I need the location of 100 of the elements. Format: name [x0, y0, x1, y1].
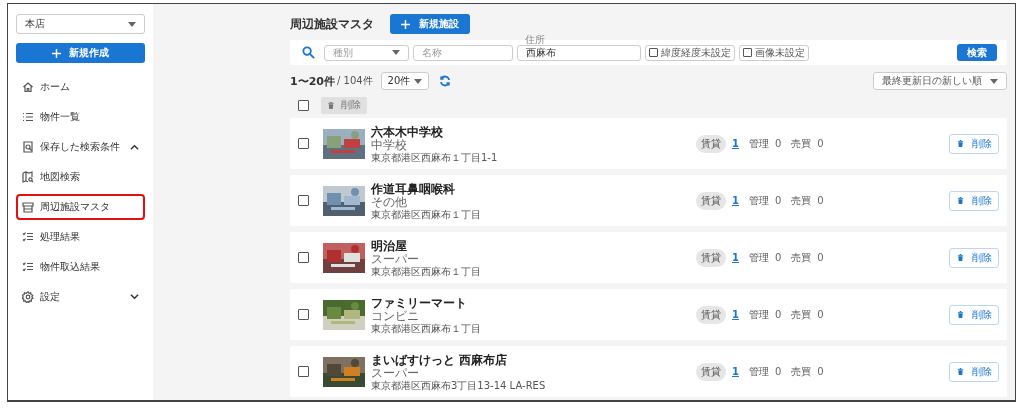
facility-address: 東京都港区西麻布3丁目13-14 LA-RES [371, 379, 547, 391]
caret-icon [414, 78, 423, 84]
new-facility-button[interactable]: 新規施設 [390, 14, 470, 34]
checklist-icon [22, 231, 34, 243]
filter-checkbox[interactable]: 画像未設定 [739, 44, 809, 61]
facility-name[interactable]: 作道耳鼻咽喉科 [371, 181, 631, 196]
per-page-select[interactable]: 20件 [380, 72, 430, 90]
caret-icon [392, 50, 400, 55]
count-value: 0 [774, 195, 782, 206]
facility-name[interactable]: まいばすけっと 西麻布店 [371, 352, 631, 367]
result-range: 1〜20件 [290, 73, 335, 89]
row-checkbox[interactable] [298, 138, 309, 149]
sidebar-item[interactable]: ホーム [16, 74, 145, 100]
sort-select[interactable]: 最終更新日の新しい順 [873, 72, 1007, 90]
caret-icon [990, 78, 998, 84]
facility-category: その他 [371, 195, 408, 209]
count-value: 0 [817, 138, 824, 149]
name-field[interactable]: 名称 [413, 44, 513, 61]
count-link[interactable]: 1 [732, 195, 739, 206]
store-icon [22, 201, 34, 213]
count-label: 管理 [748, 193, 769, 208]
count-value: 0 [817, 366, 824, 377]
count-tag: 賃貸 [696, 362, 726, 381]
count-value: 0 [774, 138, 782, 149]
trash-icon [956, 367, 964, 376]
store-select[interactable]: 本店 [16, 14, 145, 34]
facility-category: スーパー [371, 252, 420, 266]
search-document-icon [22, 141, 34, 153]
result-total: / 104件 [336, 74, 373, 88]
count-value: 0 [774, 366, 782, 377]
facility-category: 中学校 [371, 138, 407, 152]
sidebar-item[interactable]: 保存した検索条件 [16, 134, 145, 160]
delete-button[interactable]: 削除 [949, 304, 999, 325]
count-label: 売買 [791, 307, 812, 322]
search-button[interactable]: 検索 [957, 44, 997, 61]
field-label: 住所 [525, 34, 545, 45]
delete-button[interactable]: 削除 [949, 247, 999, 268]
row-checkbox[interactable] [298, 252, 309, 263]
facility-name[interactable]: ファミリーマート [371, 295, 631, 310]
count-label: 売買 [791, 364, 812, 379]
count-label: 管理 [748, 136, 769, 151]
sidebar-item[interactable]: 地図検索 [16, 164, 145, 190]
sidebar-item[interactable]: 周辺施設マスタ [16, 194, 145, 220]
sidebar-item[interactable]: 物件一覧 [16, 104, 145, 130]
search-icon [302, 46, 315, 59]
count-link[interactable]: 1 [732, 366, 739, 377]
count-tag: 賃貸 [696, 248, 726, 267]
gear-icon [22, 291, 34, 303]
count-link[interactable]: 1 [732, 252, 739, 263]
facility-address: 東京都港区西麻布１丁目1-1 [371, 151, 499, 163]
trash-icon [327, 100, 335, 110]
sidebar-item[interactable]: 処理結果 [16, 224, 145, 250]
row-checkbox[interactable] [298, 309, 309, 320]
facility-address: 東京都港区西麻布１丁目 [371, 208, 482, 220]
count-tag: 賃貸 [696, 191, 726, 210]
count-label: 売買 [791, 193, 812, 208]
trash-icon [956, 310, 964, 319]
facility-address: 東京都港区西麻布１丁目 [371, 322, 482, 334]
plus-icon [401, 19, 410, 29]
trash-icon [956, 253, 964, 262]
count-value: 0 [774, 309, 782, 320]
row-checkbox[interactable] [298, 366, 309, 377]
checklist-icon [22, 261, 34, 273]
count-value: 0 [817, 252, 824, 263]
refresh-icon[interactable] [439, 75, 452, 87]
delete-button[interactable]: 削除 [949, 190, 999, 211]
page-title: 周辺施設マスタ [290, 15, 374, 33]
select-all-checkbox[interactable] [298, 99, 309, 111]
count-value: 0 [774, 252, 782, 263]
delete-button[interactable]: 削除 [949, 133, 999, 154]
facility-name[interactable]: 六本木中学校 [371, 124, 631, 139]
count-tag: 賃貸 [696, 134, 726, 153]
address-field[interactable]: 西麻布 [517, 44, 641, 61]
home-icon [22, 81, 34, 93]
row-checkbox[interactable] [298, 195, 309, 206]
count-label: 売買 [791, 250, 812, 265]
count-value: 0 [817, 309, 824, 320]
count-tag: 賃貸 [696, 305, 726, 324]
facility-category: スーパー [371, 366, 419, 380]
count-value: 0 [817, 195, 824, 206]
sidebar-item[interactable]: 物件取込結果 [16, 254, 145, 280]
count-label: 管理 [748, 250, 769, 265]
trash-icon [956, 196, 964, 205]
count-label: 売買 [791, 136, 812, 151]
caret-icon [128, 21, 136, 27]
sidebar-item[interactable]: 設定 [16, 284, 145, 310]
list-icon [22, 111, 34, 123]
trash-icon [956, 139, 964, 148]
count-label: 管理 [748, 307, 769, 322]
count-link[interactable]: 1 [732, 138, 739, 149]
count-label: 管理 [748, 364, 769, 379]
map-search-icon [22, 171, 34, 183]
facility-category: コンビニ [371, 309, 419, 323]
delete-button[interactable]: 削除 [949, 361, 999, 382]
new-button[interactable]: 新規作成 [16, 43, 145, 63]
facility-name[interactable]: 明治屋 [371, 238, 631, 253]
facility-address: 東京都港区西麻布１丁目 [371, 265, 482, 277]
count-link[interactable]: 1 [732, 309, 739, 320]
plus-icon [52, 48, 61, 58]
filter-checkbox[interactable]: 緯度経度未設定 [645, 44, 735, 61]
